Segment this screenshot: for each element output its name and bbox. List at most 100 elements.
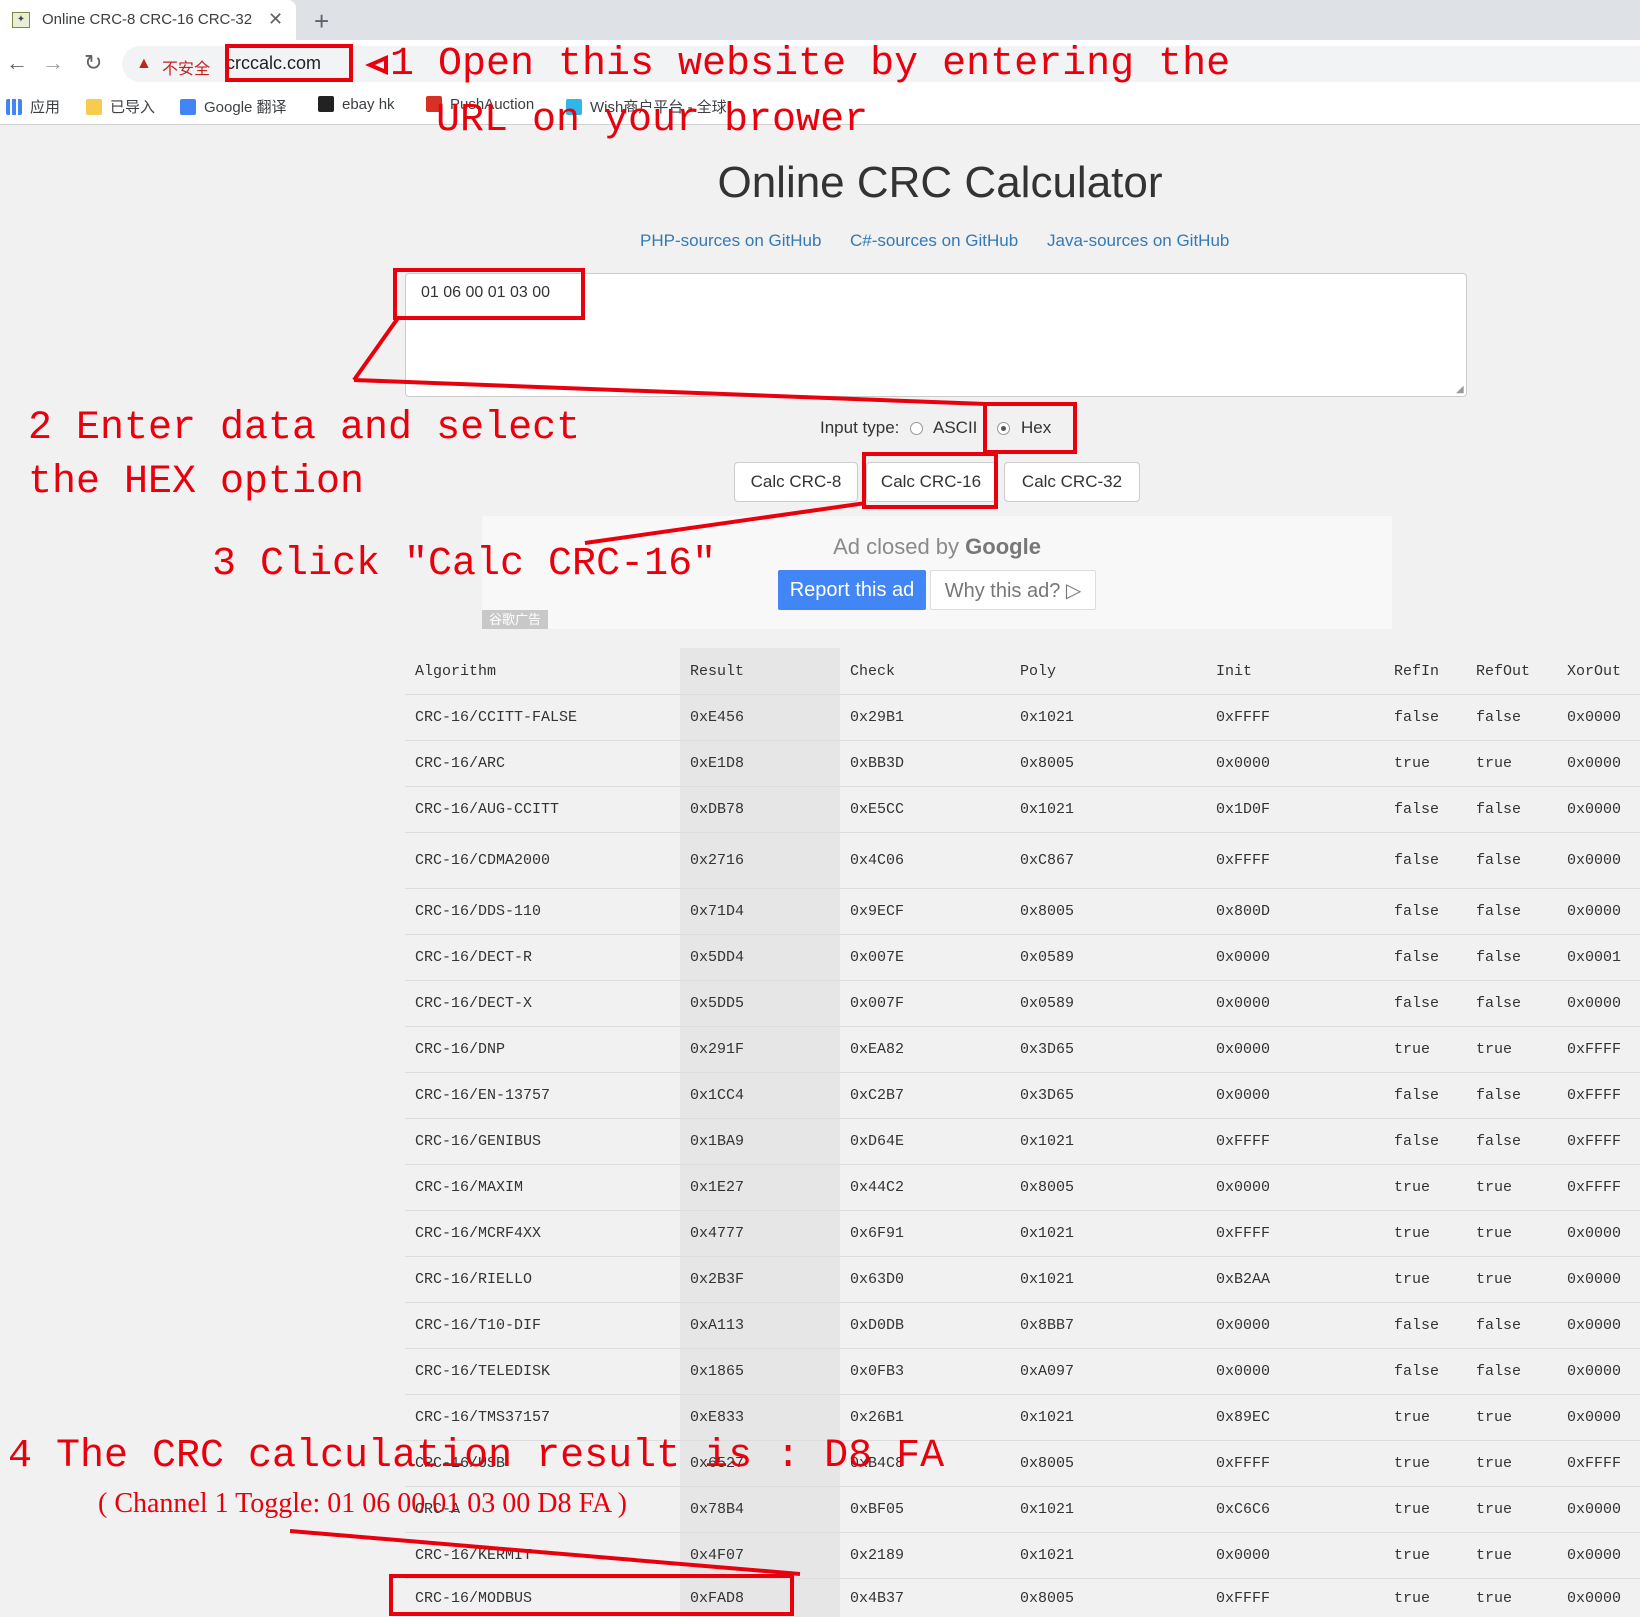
cell-poly: 0xC867 xyxy=(1010,833,1206,889)
cell-refout: false xyxy=(1466,1073,1557,1119)
cell-xorout: 0x0001 xyxy=(1557,935,1640,981)
cell-init: 0x0000 xyxy=(1206,1349,1384,1395)
cell-poly: 0x3D65 xyxy=(1010,1073,1206,1119)
cell-poly: 0x8005 xyxy=(1010,889,1206,935)
table-row: CRC-16/MCRF4XX0x47770x6F910x10210xFFFFtr… xyxy=(405,1211,1640,1257)
browser-tab[interactable]: ✦ Online CRC-8 CRC-16 CRC-32 ✕ xyxy=(0,0,296,40)
cell-xorout: 0x0000 xyxy=(1557,1533,1640,1579)
col-algorithm: Algorithm xyxy=(405,648,680,695)
cell-result: 0x1865 xyxy=(680,1349,840,1395)
cell-check: 0x44C2 xyxy=(840,1165,1010,1211)
cell-poly: 0x8005 xyxy=(1010,741,1206,787)
cell-algorithm: CRC-16/CDMA2000 xyxy=(405,833,680,889)
table-row: CRC-16/EN-137570x1CC40xC2B70x3D650x0000f… xyxy=(405,1073,1640,1119)
ascii-radio-label[interactable]: ASCII xyxy=(933,418,977,438)
cell-init: 0xFFFF xyxy=(1206,1579,1384,1617)
csharp-sources-link[interactable]: C#-sources on GitHub xyxy=(850,231,1018,251)
cell-poly: 0xA097 xyxy=(1010,1349,1206,1395)
cell-refin: true xyxy=(1384,741,1466,787)
cell-xorout: 0xFFFF xyxy=(1557,1119,1640,1165)
table-row: CRC-16/GENIBUS0x1BA90xD64E0x10210xFFFFfa… xyxy=(405,1119,1640,1165)
cell-init: 0xFFFF xyxy=(1206,1211,1384,1257)
site-favicon-icon: ✦ xyxy=(12,12,30,28)
cell-result: 0x1E27 xyxy=(680,1165,840,1211)
warning-icon: ▲ xyxy=(136,55,152,73)
cell-init: 0x0000 xyxy=(1206,1027,1384,1073)
input-type-label: Input type: xyxy=(820,418,899,438)
cell-refin: false xyxy=(1384,695,1466,741)
cell-init: 0xFFFF xyxy=(1206,833,1384,889)
tab-title: Online CRC-8 CRC-16 CRC-32 xyxy=(42,11,258,28)
cell-check: 0xEA82 xyxy=(840,1027,1010,1073)
bookmark-apps[interactable]: 应用 xyxy=(6,96,60,117)
cell-refout: false xyxy=(1466,1303,1557,1349)
cell-refin: true xyxy=(1384,1211,1466,1257)
cell-refin: false xyxy=(1384,1349,1466,1395)
google-translate-icon xyxy=(180,99,196,115)
cell-refin: true xyxy=(1384,1441,1466,1487)
google-logo: Google xyxy=(965,534,1041,559)
tab-strip: ✦ Online CRC-8 CRC-16 CRC-32 ✕ + xyxy=(0,0,1640,40)
report-ad-button[interactable]: Report this ad xyxy=(778,570,926,610)
table-row: CRC-16/CDMA20000x27160x4C060xC8670xFFFFf… xyxy=(405,833,1640,889)
cell-xorout: 0xFFFF xyxy=(1557,1073,1640,1119)
cell-check: 0xE5CC xyxy=(840,787,1010,833)
cell-refin: true xyxy=(1384,1027,1466,1073)
page-title: Online CRC Calculator xyxy=(600,158,1280,208)
cell-init: 0x0000 xyxy=(1206,1533,1384,1579)
calc-crc32-button[interactable]: Calc CRC-32 xyxy=(1004,462,1140,502)
cell-init: 0x0000 xyxy=(1206,1303,1384,1349)
cell-refin: false xyxy=(1384,1303,1466,1349)
bookmark-ebay-hk[interactable]: ebay hk xyxy=(318,96,395,113)
cell-algorithm: CRC-16/MCRF4XX xyxy=(405,1211,680,1257)
table-row: CRC-16/T10-DIF0xA1130xD0DB0x8BB70x0000fa… xyxy=(405,1303,1640,1349)
cell-init: 0xFFFF xyxy=(1206,1441,1384,1487)
not-secure-label[interactable]: 不安全 xyxy=(162,55,210,79)
cell-result: 0xE456 xyxy=(680,695,840,741)
php-sources-link[interactable]: PHP-sources on GitHub xyxy=(640,231,821,251)
cell-check: 0x007E xyxy=(840,935,1010,981)
calc-crc8-button[interactable]: Calc CRC-8 xyxy=(734,462,858,502)
cell-check: 0x6F91 xyxy=(840,1211,1010,1257)
bookmark-imported[interactable]: 已导入 xyxy=(86,96,155,117)
table-row: CRC-16/RIELLO0x2B3F0x63D00x10210xB2AAtru… xyxy=(405,1257,1640,1303)
cell-refin: false xyxy=(1384,1119,1466,1165)
cell-refout: true xyxy=(1466,1027,1557,1073)
reload-icon[interactable]: ↻ xyxy=(84,50,102,76)
cell-poly: 0x1021 xyxy=(1010,1257,1206,1303)
col-init: Init xyxy=(1206,648,1384,695)
cell-result: 0x1CC4 xyxy=(680,1073,840,1119)
cell-refin: true xyxy=(1384,1165,1466,1211)
ascii-radio[interactable] xyxy=(910,422,923,435)
forward-icon[interactable]: → xyxy=(42,50,64,76)
cell-result: 0xDB78 xyxy=(680,787,840,833)
bookmark-google-translate[interactable]: Google 翻译 xyxy=(180,96,287,117)
cell-check: 0x007F xyxy=(840,981,1010,1027)
cell-init: 0x0000 xyxy=(1206,741,1384,787)
cell-refout: true xyxy=(1466,1533,1557,1579)
table-row: CRC-16/MAXIM0x1E270x44C20x80050x0000true… xyxy=(405,1165,1640,1211)
cell-result: 0xA113 xyxy=(680,1303,840,1349)
cell-init: 0xFFFF xyxy=(1206,1119,1384,1165)
cell-init: 0x0000 xyxy=(1206,1073,1384,1119)
cell-poly: 0x3D65 xyxy=(1010,1027,1206,1073)
close-tab-icon[interactable]: ✕ xyxy=(268,9,283,30)
table-row: CRC-16/DNP0x291F0xEA820x3D650x0000truetr… xyxy=(405,1027,1640,1073)
apps-grid-icon xyxy=(6,99,22,115)
why-this-ad-button[interactable]: Why this ad? ▷ xyxy=(930,570,1096,610)
cell-result: 0x4F07 xyxy=(680,1533,840,1579)
cell-refout: true xyxy=(1466,1257,1557,1303)
cell-refin: true xyxy=(1384,1487,1466,1533)
table-row: CRC-16/KERMIT0x4F070x21890x10210x0000tru… xyxy=(405,1533,1640,1579)
back-icon[interactable]: ← xyxy=(6,50,28,76)
cell-check: 0xD0DB xyxy=(840,1303,1010,1349)
cell-algorithm: CRC-16/DECT-R xyxy=(405,935,680,981)
step4-annotation: 4 The CRC calculation result is : D8 FA xyxy=(8,1434,944,1479)
step1-annotation-line2: URL on your brower xyxy=(436,98,868,143)
col-xorout: XorOut xyxy=(1557,648,1640,695)
cell-refout: false xyxy=(1466,787,1557,833)
java-sources-link[interactable]: Java-sources on GitHub xyxy=(1047,231,1229,251)
step1-annotation: 1 Open this website by entering the xyxy=(390,42,1230,87)
new-tab-icon[interactable]: + xyxy=(314,6,329,37)
resize-grip-icon[interactable]: ◢ xyxy=(1456,384,1464,395)
